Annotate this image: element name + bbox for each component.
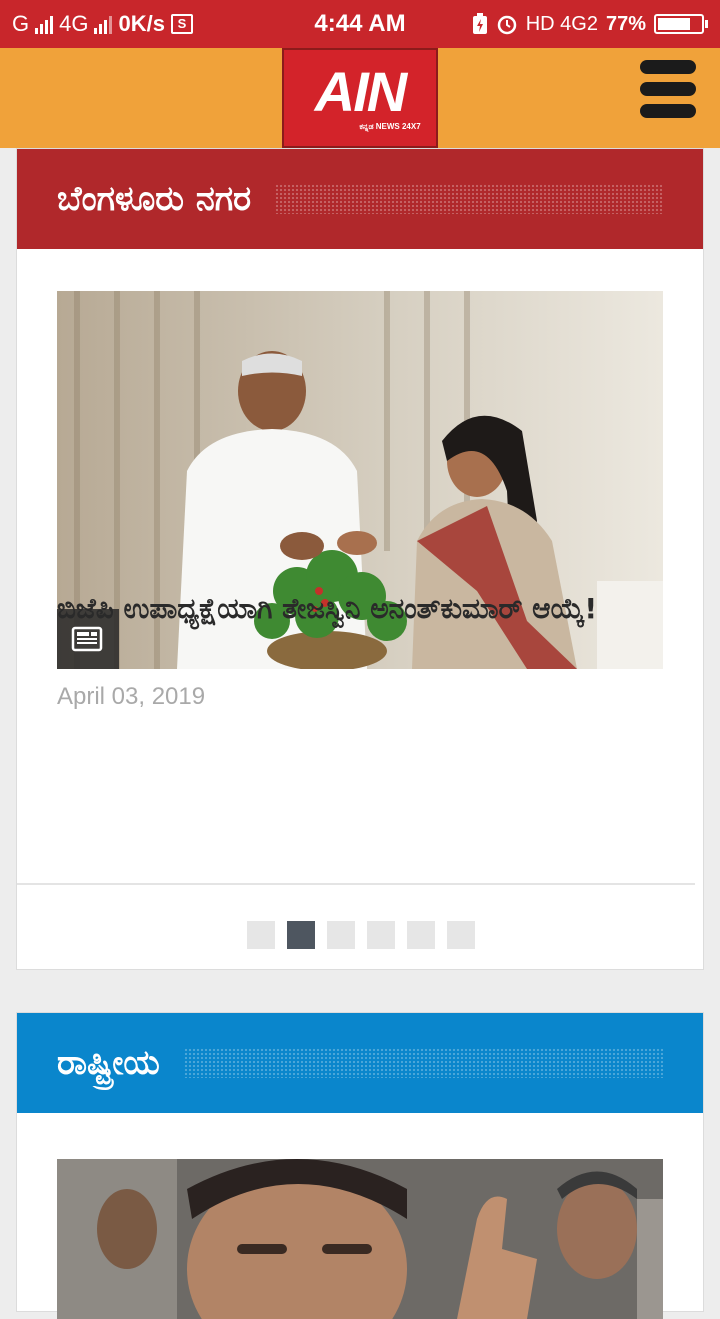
- pager-dot-4[interactable]: [367, 921, 395, 949]
- article-date: April 03, 2019: [57, 683, 206, 710]
- alarm-icon: [497, 15, 516, 35]
- pager-dot-6[interactable]: [447, 921, 475, 949]
- charging-icon: [472, 13, 487, 34]
- news-section-card: ಬೆಂಗಳೂರು ನಗರ ಬಿಜೆಪಿ ಉಪಾಧ್ಯಕ್ಷೆಯಾಗಿ ತೇಜಸ್…: [16, 148, 704, 970]
- category-header[interactable]: ರಾಷ್ಟ್ರೀಯ: [17, 1013, 703, 1113]
- category-title: ರಾಷ್ಟ್ರೀಯ: [57, 1043, 160, 1083]
- carousel-pager: [247, 921, 475, 949]
- battery-icon: [654, 14, 708, 34]
- header-pattern: [275, 184, 663, 214]
- article-photo[interactable]: [57, 1159, 663, 1319]
- signal-icon: [35, 14, 54, 34]
- hamburger-menu-icon[interactable]: [640, 60, 696, 118]
- category-title: ಬೆಂಗಳೂರು ನಗರ: [57, 179, 252, 219]
- article-photo-image: [57, 1159, 663, 1319]
- news-section-card-2: ರಾಷ್ಟ್ರೀಯ: [16, 1012, 704, 1319]
- network-label: 4G: [59, 11, 89, 36]
- logo-subtitle: ಕನ್ನಡ NEWS 24X7: [359, 122, 421, 131]
- status-right: HD 4G2 77%: [472, 13, 708, 36]
- header-pattern: [183, 1048, 663, 1078]
- site-logo[interactable]: AIN ಕನ್ನಡ NEWS 24X7: [282, 48, 438, 148]
- status-bar: G 4G 0K/s S 4:44 AM HD 4G2 77%: [0, 0, 720, 48]
- speed-label: 0K/s: [118, 11, 165, 36]
- pager-dot-3[interactable]: [327, 921, 355, 949]
- divider: [17, 883, 695, 885]
- hd-network-label: HD 4G2: [525, 12, 598, 35]
- logo-text: AIN: [314, 60, 407, 123]
- category-header[interactable]: ಬೆಂಗಳೂರು ನಗರ: [17, 149, 703, 249]
- pager-dot-5[interactable]: [407, 921, 435, 949]
- battery-percent: 77%: [605, 12, 646, 35]
- pager-dot-2[interactable]: [287, 921, 315, 949]
- sim-icon: S: [170, 14, 193, 34]
- app-header: AIN ಕನ್ನಡ NEWS 24X7: [0, 48, 720, 148]
- carrier-label: G: [12, 11, 30, 36]
- status-left: G 4G 0K/s S: [12, 11, 193, 37]
- pager-dot-1[interactable]: [247, 921, 275, 949]
- signal-icon-2: [94, 14, 113, 34]
- article-headline[interactable]: ಬಿಜೆಪಿ ಉಪಾಧ್ಯಕ್ಷೆಯಾಗಿ ತೇಜಸ್ವಿನಿ ಅನಂತ್‌ಕು…: [57, 589, 657, 629]
